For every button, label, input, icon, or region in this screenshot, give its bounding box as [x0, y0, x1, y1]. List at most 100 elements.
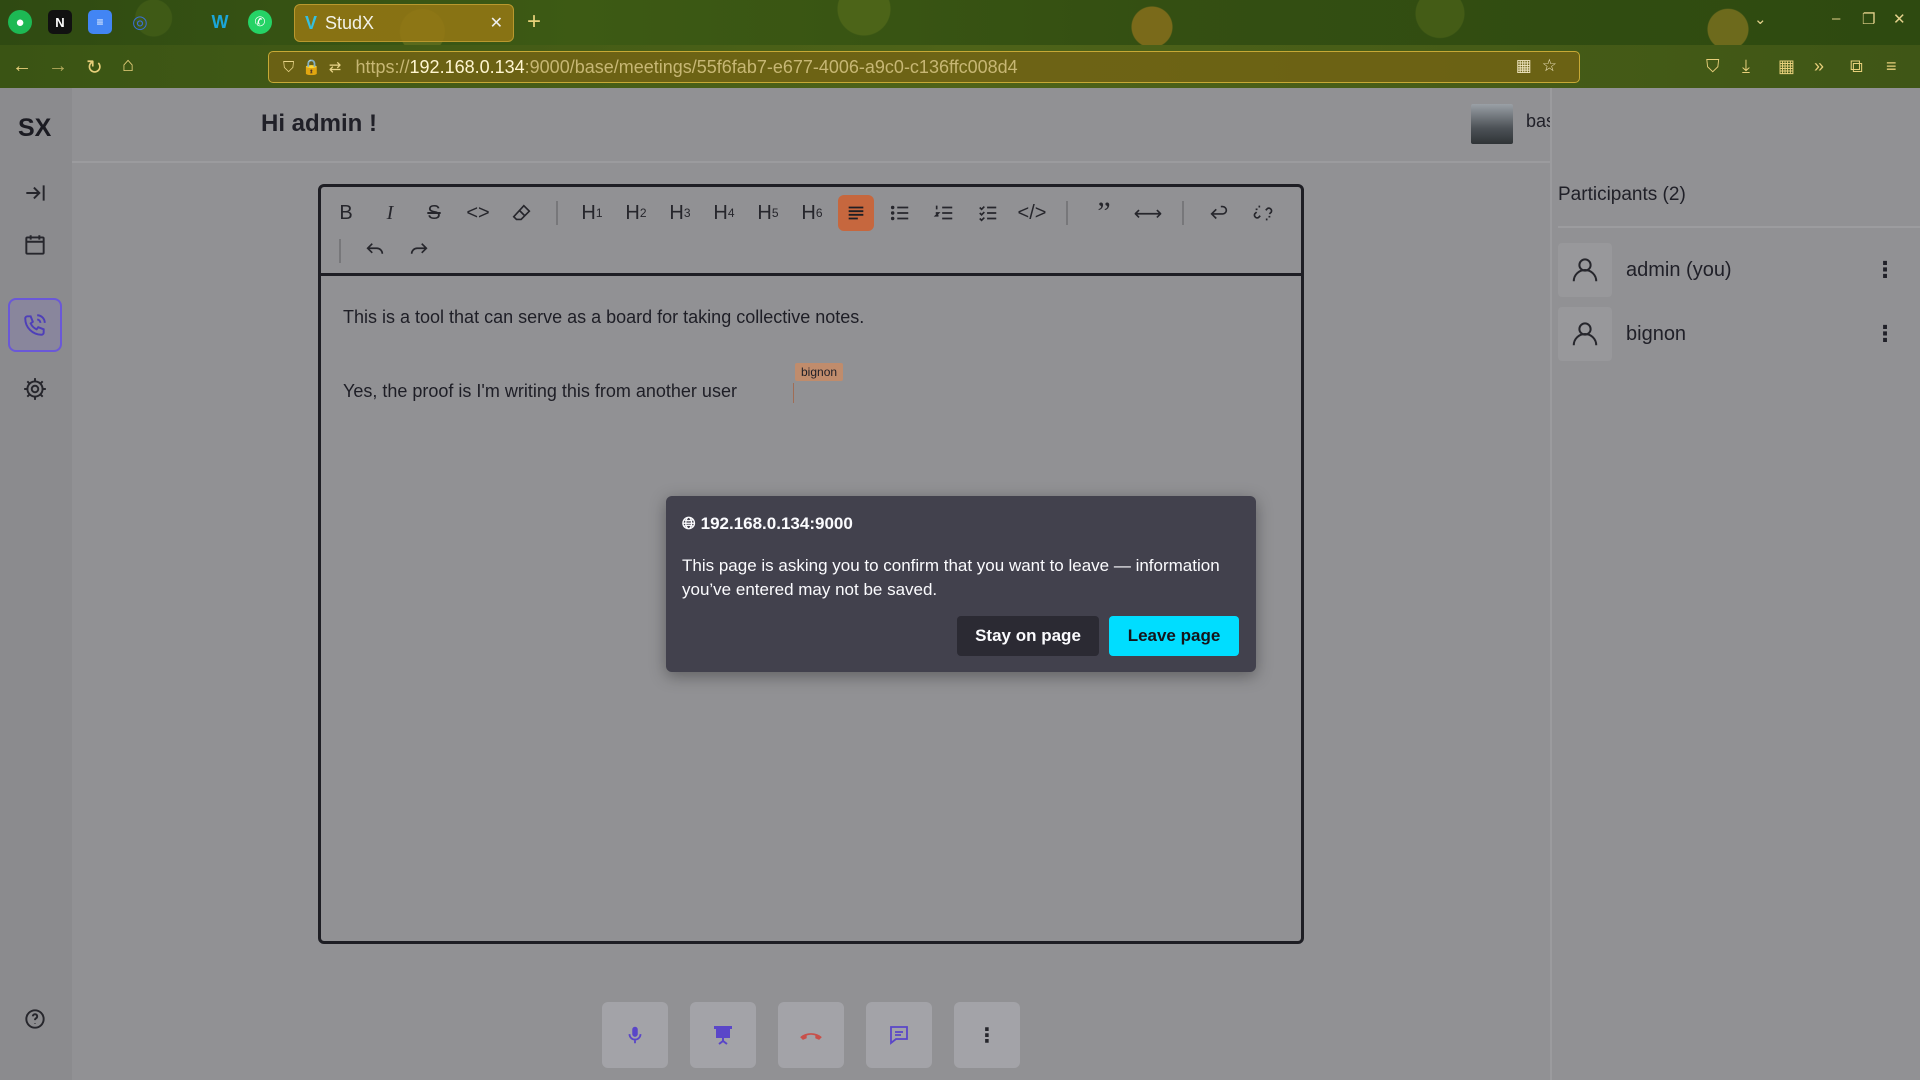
eraser-icon — [512, 204, 531, 221]
hang-up-button[interactable] — [778, 1002, 844, 1068]
studx-favicon-icon: V — [305, 12, 318, 33]
microphone-button[interactable] — [602, 1002, 668, 1068]
menu-icon[interactable]: ≡ — [1886, 56, 1897, 77]
presentation-icon — [714, 1026, 732, 1045]
user-icon — [1572, 258, 1598, 282]
settings-button[interactable] — [8, 362, 62, 416]
dialog-message: This page is asking you to confirm that … — [682, 556, 1220, 599]
stay-on-page-button[interactable]: Stay on page — [957, 616, 1099, 656]
more-vertical-icon[interactable]: ⋮ — [1874, 321, 1896, 347]
more-vertical-icon: ⋮ — [977, 1024, 997, 1047]
code-block-button[interactable]: </> — [1014, 195, 1050, 231]
pocket-icon[interactable]: ⛉ — [1706, 56, 1720, 77]
participant-name: bignon — [1626, 322, 1687, 345]
overflow-chevron-icon[interactable]: » — [1814, 56, 1824, 77]
tab-list-icon[interactable]: ⌄ — [1754, 10, 1767, 28]
h3-button[interactable]: H3 — [662, 195, 698, 231]
new-tab-icon[interactable]: + — [527, 8, 541, 36]
extensions-grid-icon[interactable]: ▦ — [1778, 56, 1795, 77]
editor-paragraph[interactable]: Yes, the proof is I'm writing this from … — [343, 381, 737, 402]
url-bar[interactable]: ⛉🔒⇄ https://192.168.0.134:9000/base/meet… — [268, 51, 1580, 83]
chat-button[interactable] — [866, 1002, 932, 1068]
meetings-button[interactable] — [8, 298, 62, 352]
url-text: https://192.168.0.134:9000/base/meetings… — [355, 56, 1018, 77]
participants-panel: Participants (2) admin (you) ⋮ bignon ⋮ — [1550, 88, 1920, 1080]
back-icon[interactable]: ← — [12, 55, 32, 78]
redo-button[interactable] — [401, 233, 437, 269]
puzzle-icon[interactable]: ⧉ — [1850, 56, 1863, 77]
more-vertical-icon[interactable]: ⋮ — [1874, 257, 1896, 283]
hang-up-icon — [800, 1033, 822, 1040]
horizontal-rule-button[interactable]: ⟷ — [1130, 195, 1166, 231]
ordered-list-button[interactable] — [926, 195, 962, 231]
clear-format-button[interactable] — [504, 195, 540, 231]
strikethrough-button[interactable]: S — [416, 195, 452, 231]
task-list-button[interactable] — [970, 195, 1006, 231]
editor-paragraph[interactable]: This is a tool that can serve as a board… — [343, 305, 864, 329]
return-arrow-icon — [1210, 205, 1228, 220]
close-window-icon[interactable]: ✕ — [1893, 10, 1906, 28]
chrome-icon[interactable]: ◎ — [128, 10, 152, 34]
whatsapp-icon[interactable]: ✆ — [248, 10, 272, 34]
collaborator-cursor — [793, 383, 794, 403]
bullet-list-button[interactable] — [882, 195, 918, 231]
participant-avatar — [1558, 307, 1612, 361]
expand-sidebar-icon — [26, 185, 45, 201]
minimize-icon[interactable]: – — [1832, 10, 1840, 27]
calendar-button[interactable] — [8, 218, 62, 272]
notion-icon[interactable]: N — [48, 10, 72, 34]
download-icon[interactable]: ⤓ — [1742, 56, 1750, 77]
help-gear-icon — [25, 1009, 45, 1029]
participants-divider — [1558, 226, 1920, 228]
blockquote-button[interactable]: ” — [1086, 195, 1122, 231]
unlink-icon — [1253, 205, 1273, 221]
shield-lock-icon: ⛉🔒⇄ — [283, 59, 350, 76]
restore-icon[interactable]: ❐ — [1862, 10, 1875, 28]
forward-icon[interactable]: → — [48, 55, 68, 78]
tab-close-icon[interactable]: ✕ — [490, 13, 503, 33]
participant-row[interactable]: admin (you) ⋮ — [1558, 242, 1908, 298]
h4-button[interactable]: H4 — [706, 195, 742, 231]
more-options-button[interactable]: ⋮ — [954, 1002, 1020, 1068]
globe-icon: 🌐︎ — [682, 514, 696, 533]
leave-page-button[interactable]: Leave page — [1109, 616, 1239, 656]
participants-title: Participants (2) — [1558, 184, 1686, 205]
h1-button[interactable]: H1 — [574, 195, 610, 231]
studx-app: SX Hi admin ! base ⌄ B I S — [0, 88, 1920, 1080]
sidebar: SX — [0, 88, 72, 1080]
screen-share-button[interactable] — [690, 1002, 756, 1068]
chat-icon — [890, 1026, 908, 1045]
h5-button[interactable]: H5 — [750, 195, 786, 231]
ordered-list-icon — [933, 205, 953, 220]
h2-button[interactable]: H2 — [618, 195, 654, 231]
reload-icon[interactable]: ↻ — [86, 55, 103, 80]
bullet-list-icon — [890, 205, 909, 221]
inline-code-button[interactable]: <> — [460, 195, 496, 231]
toolbar-divider — [556, 201, 558, 225]
expand-sidebar-button[interactable] — [8, 166, 62, 220]
phone-call-icon — [24, 314, 46, 336]
toolbar-divider — [1182, 201, 1184, 225]
bold-button[interactable]: B — [328, 195, 364, 231]
paragraph-button[interactable] — [838, 195, 874, 231]
dialog-host: 🌐︎ 192.168.0.134:9000 — [682, 514, 853, 534]
docs-icon[interactable]: ≡ — [88, 10, 112, 34]
tab-studx[interactable]: V StudX ✕ — [294, 4, 514, 42]
spotify-icon[interactable]: ● — [8, 10, 32, 34]
undo-icon — [366, 243, 384, 254]
wechat-icon[interactable]: W — [208, 10, 232, 34]
bookmark-star-icon[interactable]: ▦☆ — [1516, 56, 1567, 76]
dialog-host-text: 192.168.0.134:9000 — [700, 514, 853, 533]
toolbar-divider — [339, 239, 341, 263]
hard-break-button[interactable] — [1201, 195, 1237, 231]
italic-button[interactable]: I — [372, 195, 408, 231]
calendar-icon — [25, 235, 45, 255]
participant-row[interactable]: bignon ⋮ — [1558, 306, 1908, 362]
help-button[interactable] — [8, 992, 62, 1046]
h6-button[interactable]: H6 — [794, 195, 830, 231]
home-icon[interactable]: ⌂ — [122, 54, 134, 77]
browser-tab-bar: ● N ≡ ◎ W ✆ V StudX ✕ + ⌄ – ❐ ✕ — [0, 0, 1920, 45]
undo-button[interactable] — [357, 233, 393, 269]
org-thumbnail[interactable] — [1471, 104, 1513, 144]
clear-nodes-button[interactable] — [1245, 195, 1281, 231]
